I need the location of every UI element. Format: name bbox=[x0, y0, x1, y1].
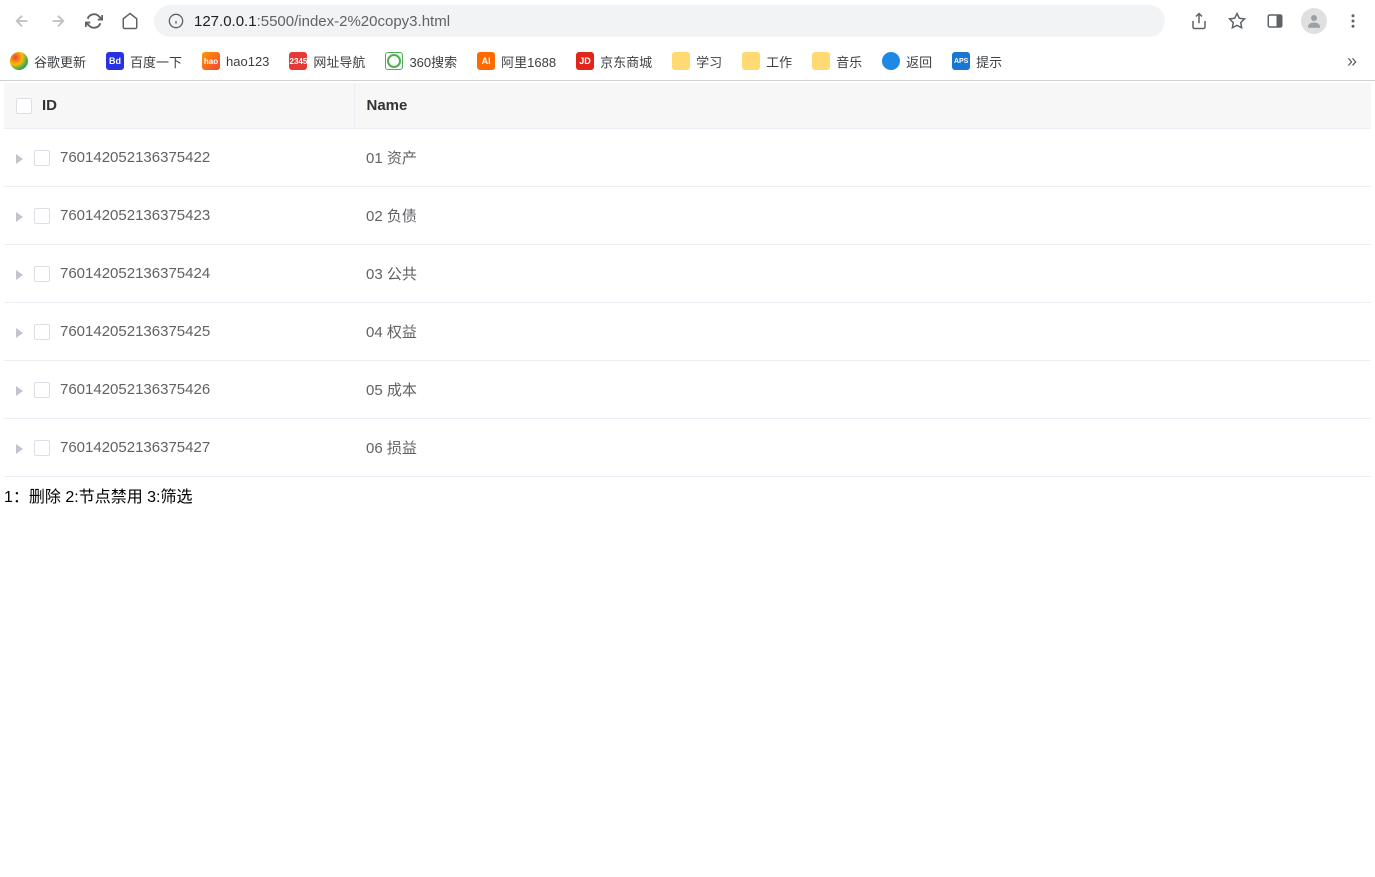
jd-icon: JD bbox=[576, 52, 594, 70]
search360-icon bbox=[385, 52, 403, 70]
browser-chrome: 127.0.0.1:5500/index-2%20copy3.html 谷歌更新… bbox=[0, 0, 1375, 81]
bookmark-item[interactable]: 返回 bbox=[882, 52, 932, 71]
id-cell: 760142052136375422 bbox=[4, 129, 354, 187]
row-id-text: 760142052136375427 bbox=[60, 439, 210, 456]
name-cell: 02 负债 bbox=[354, 187, 1371, 245]
forward-button[interactable] bbox=[46, 9, 70, 33]
bookmark-item[interactable]: JD京东商城 bbox=[576, 52, 652, 71]
expand-icon[interactable] bbox=[16, 154, 24, 162]
nav2345-icon: 2345 bbox=[289, 52, 307, 70]
name-cell: 06 损益 bbox=[354, 419, 1371, 477]
bookmark-item[interactable]: Al阿里1688 bbox=[477, 52, 556, 71]
side-panel-icon[interactable] bbox=[1263, 9, 1287, 33]
table-row[interactable]: 760142052136375427 06 损益 bbox=[4, 419, 1371, 477]
expand-icon[interactable] bbox=[16, 444, 24, 452]
table-row[interactable]: 760142052136375424 03 公共 bbox=[4, 245, 1371, 303]
table-header-row: ID Name bbox=[4, 83, 1371, 129]
address-bar[interactable]: 127.0.0.1:5500/index-2%20copy3.html bbox=[154, 5, 1165, 37]
row-checkbox[interactable] bbox=[34, 382, 50, 398]
bookmark-item[interactable]: APS提示 bbox=[952, 52, 1002, 71]
page-content: ID Name 760142052136375422 01 资产 7601420… bbox=[0, 83, 1375, 513]
site-info-icon[interactable] bbox=[168, 13, 184, 29]
name-cell: 01 资产 bbox=[354, 129, 1371, 187]
table-row[interactable]: 760142052136375426 05 成本 bbox=[4, 361, 1371, 419]
expand-icon[interactable] bbox=[16, 328, 24, 336]
menu-icon[interactable] bbox=[1341, 9, 1365, 33]
row-checkbox[interactable] bbox=[34, 440, 50, 456]
home-button[interactable] bbox=[118, 9, 142, 33]
row-id-text: 760142052136375423 bbox=[60, 207, 210, 224]
bookmark-item[interactable]: 360搜索 bbox=[385, 52, 457, 71]
bookmarks-bar: 谷歌更新 Bd百度一下 haohao123 2345网址导航 360搜索 Al阿… bbox=[0, 42, 1375, 80]
name-cell: 05 成本 bbox=[354, 361, 1371, 419]
share-icon[interactable] bbox=[1187, 9, 1211, 33]
footer-legend: 1：删除 2:节点禁用 3:筛选 bbox=[0, 477, 1375, 513]
row-id-text: 760142052136375422 bbox=[60, 149, 210, 166]
row-checkbox[interactable] bbox=[34, 150, 50, 166]
bookmark-item[interactable]: 谷歌更新 bbox=[10, 52, 86, 71]
id-header-label: ID bbox=[42, 97, 57, 114]
profile-avatar[interactable] bbox=[1301, 8, 1327, 34]
toolbar-right-icons bbox=[1187, 8, 1365, 34]
expand-icon[interactable] bbox=[16, 212, 24, 220]
name-column-header: Name bbox=[354, 83, 1371, 129]
id-cell: 760142052136375425 bbox=[4, 303, 354, 361]
browser-toolbar: 127.0.0.1:5500/index-2%20copy3.html bbox=[0, 0, 1375, 42]
select-all-checkbox[interactable] bbox=[16, 98, 32, 114]
id-column-header: ID bbox=[4, 83, 354, 129]
row-id-text: 760142052136375425 bbox=[60, 323, 210, 340]
table-row[interactable]: 760142052136375423 02 负债 bbox=[4, 187, 1371, 245]
baidu-icon: Bd bbox=[106, 52, 124, 70]
folder-icon bbox=[672, 52, 690, 70]
row-checkbox[interactable] bbox=[34, 266, 50, 282]
bookmark-item[interactable]: 2345网址导航 bbox=[289, 52, 365, 71]
row-checkbox[interactable] bbox=[34, 324, 50, 340]
table-row[interactable]: 760142052136375425 04 权益 bbox=[4, 303, 1371, 361]
reload-button[interactable] bbox=[82, 9, 106, 33]
id-cell: 760142052136375426 bbox=[4, 361, 354, 419]
row-checkbox[interactable] bbox=[34, 208, 50, 224]
folder-icon bbox=[812, 52, 830, 70]
url-display: 127.0.0.1:5500/index-2%20copy3.html bbox=[194, 13, 450, 30]
return-icon bbox=[882, 52, 900, 70]
alibaba-icon: Al bbox=[477, 52, 495, 70]
bookmark-item[interactable]: 学习 bbox=[672, 52, 722, 71]
bookmark-item[interactable]: Bd百度一下 bbox=[106, 52, 182, 71]
id-cell: 760142052136375423 bbox=[4, 187, 354, 245]
bookmark-item[interactable]: 工作 bbox=[742, 52, 792, 71]
folder-icon bbox=[742, 52, 760, 70]
bookmark-item[interactable]: haohao123 bbox=[202, 52, 269, 70]
expand-icon[interactable] bbox=[16, 270, 24, 278]
chrome-icon bbox=[10, 52, 28, 70]
row-id-text: 760142052136375426 bbox=[60, 381, 210, 398]
bookmark-star-icon[interactable] bbox=[1225, 9, 1249, 33]
id-cell: 760142052136375424 bbox=[4, 245, 354, 303]
expand-icon[interactable] bbox=[16, 386, 24, 394]
table-row[interactable]: 760142052136375422 01 资产 bbox=[4, 129, 1371, 187]
name-cell: 04 权益 bbox=[354, 303, 1371, 361]
name-cell: 03 公共 bbox=[354, 245, 1371, 303]
hao123-icon: hao bbox=[202, 52, 220, 70]
row-id-text: 760142052136375424 bbox=[60, 265, 210, 282]
bookmark-overflow-button[interactable]: » bbox=[1347, 51, 1357, 72]
data-table: ID Name 760142052136375422 01 资产 7601420… bbox=[4, 83, 1371, 477]
back-button[interactable] bbox=[10, 9, 34, 33]
bookmark-item[interactable]: 音乐 bbox=[812, 52, 862, 71]
id-cell: 760142052136375427 bbox=[4, 419, 354, 477]
tips-icon: APS bbox=[952, 52, 970, 70]
